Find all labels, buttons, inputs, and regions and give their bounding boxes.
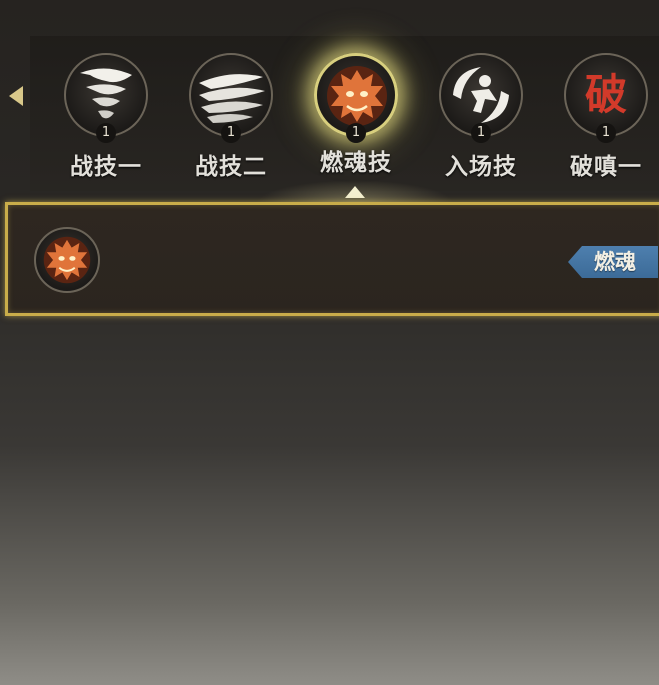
skill-name: 战技一: [70, 153, 142, 180]
level-badge: 1: [221, 123, 241, 143]
skill-slot-1[interactable]: 1 战技一: [51, 53, 161, 180]
selection-caret-icon: [345, 186, 365, 198]
skill-name: 战技二: [195, 153, 267, 180]
skill-slot-4[interactable]: 1 入场技: [426, 53, 536, 180]
skill-slot-3[interactable]: 1 燃魂技: [301, 43, 411, 178]
skill-detail-panel: 燃魂: [5, 202, 659, 316]
level-badge: 1: [346, 123, 366, 143]
level-badge: 1: [96, 123, 116, 143]
skill-slot-5[interactable]: 破 1 破嗔一: [551, 53, 659, 180]
skill-name: 燃魂技: [320, 149, 392, 176]
arrow-left-icon[interactable]: [9, 86, 23, 106]
tag-label: 燃魂: [594, 249, 636, 274]
skill-name: 入场技: [445, 153, 517, 180]
dragon-head-icon: [34, 227, 100, 293]
skill-slot-2[interactable]: 1 战技二: [176, 53, 286, 180]
skill-name: 破嗔一: [570, 153, 642, 180]
level-badge: 1: [471, 123, 491, 143]
po-glyph-text: 破: [585, 70, 627, 119]
skill-type-tag: 燃魂: [568, 246, 658, 278]
level-badge: 1: [596, 123, 616, 143]
